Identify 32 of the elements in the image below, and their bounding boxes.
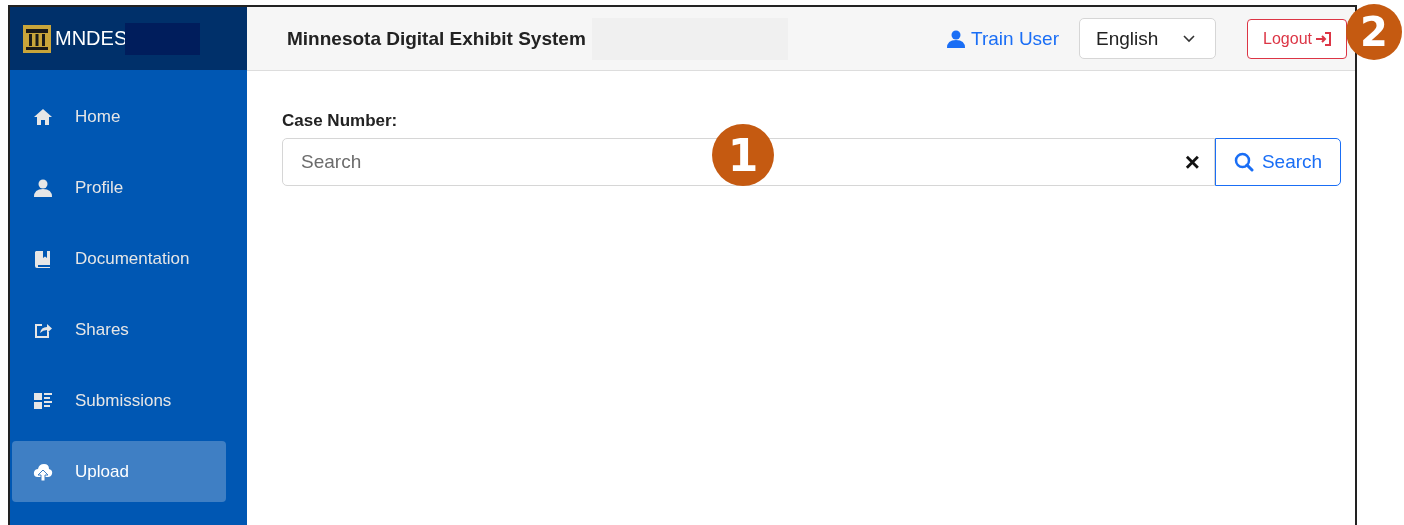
sign-out-icon — [1314, 31, 1331, 46]
user-icon — [946, 28, 966, 49]
list-icon — [33, 390, 53, 411]
clear-button[interactable]: × — [1184, 149, 1200, 175]
search-button[interactable]: Search — [1215, 138, 1341, 186]
user-link[interactable]: Train User — [946, 27, 1059, 50]
sidebar-item[interactable]: Submissions — [12, 370, 226, 431]
field-label: Case Number: — [282, 111, 399, 131]
search-icon — [1233, 152, 1254, 172]
sidebar-item-label: Home — [75, 106, 121, 127]
sidebar-item[interactable]: Profile — [12, 157, 226, 218]
callout-badge: 1 — [712, 124, 774, 186]
brand-name: MNDES — [55, 27, 128, 50]
chevron-down-icon — [1183, 34, 1195, 43]
cloud-upload-icon — [33, 461, 53, 482]
sidebar-item-label: Documentation — [75, 248, 190, 269]
sidebar-item[interactable]: Documentation — [12, 228, 226, 289]
sidebar-item[interactable]: Upload — [12, 441, 226, 502]
language-select[interactable]: English — [1079, 18, 1216, 59]
sidebar-item[interactable]: Home — [12, 86, 226, 147]
sidebar-item-label: Shares — [75, 319, 129, 340]
sidebar-item-label: Profile — [75, 177, 124, 198]
user-icon — [33, 177, 53, 198]
sidebar-item-label: Submissions — [75, 390, 172, 411]
logout-button[interactable]: Logout — [1247, 18, 1347, 59]
pillar-logo-icon — [23, 24, 51, 53]
sidebar-item-label: Upload — [75, 461, 129, 482]
sidebar-item[interactable]: Shares — [12, 299, 226, 360]
home-icon — [33, 106, 53, 127]
app-title: Minnesota Digital Exhibit System — [287, 27, 586, 50]
book-icon — [33, 248, 53, 269]
callout-badge: 2 — [1346, 4, 1402, 60]
